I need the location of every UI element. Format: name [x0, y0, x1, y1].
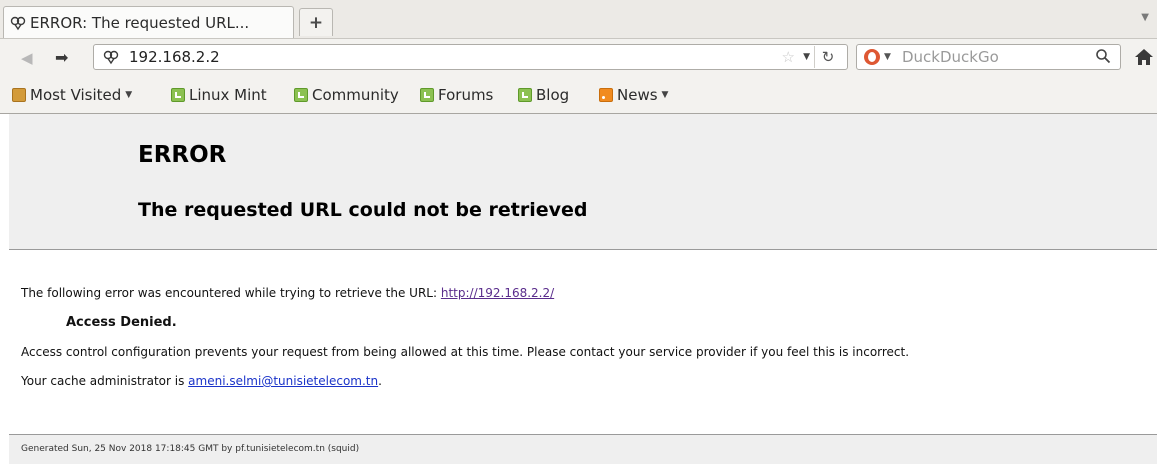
bookmark-news[interactable]: News ▼: [599, 86, 668, 104]
bookmark-label: Linux Mint: [189, 86, 267, 104]
page-footer: Generated Sun, 25 Nov 2018 17:18:45 GMT …: [9, 435, 1157, 464]
tab-list-dropdown-icon[interactable]: ▼: [1141, 12, 1149, 23]
bookmark-linux-mint[interactable]: Linux Mint: [171, 86, 267, 104]
error-explanation: Access control configuration prevents yo…: [21, 345, 910, 359]
mint-icon: [171, 88, 185, 102]
footer-text: Generated Sun, 25 Nov 2018 17:18:45 GMT …: [21, 444, 360, 454]
error-banner: ERROR The requested URL could not be ret…: [9, 114, 1157, 250]
error-intro: The following error was encountered whil…: [21, 286, 554, 300]
search-bar[interactable]: ▼ DuckDuckGo: [856, 44, 1121, 70]
site-identity-icon[interactable]: [103, 49, 119, 65]
tab-bar: ERROR: The requested URL... + ▼: [0, 0, 1157, 38]
folder-icon: [12, 88, 26, 102]
url-text[interactable]: 192.168.2.2: [129, 48, 220, 66]
bookmark-label: Community: [312, 86, 399, 104]
tab-active[interactable]: ERROR: The requested URL...: [3, 6, 294, 38]
admin-contact: Your cache administrator is ameni.selmi@…: [21, 374, 382, 388]
bookmark-forums[interactable]: Forums: [420, 86, 493, 104]
bookmark-label: Most Visited: [30, 86, 122, 104]
requested-url-link[interactable]: http://192.168.2.2/: [441, 286, 554, 300]
page-title: ERROR: [138, 142, 227, 168]
bookmark-most-visited[interactable]: Most Visited ▼: [12, 86, 132, 104]
admin-suffix: .: [378, 374, 382, 388]
tab-title: ERROR: The requested URL...: [30, 13, 250, 32]
url-history-dropdown-icon[interactable]: ▼: [803, 52, 810, 62]
mint-icon: [518, 88, 532, 102]
back-arrow-icon[interactable]: ◀: [21, 49, 33, 67]
navigation-toolbar: ◀ ➡ 192.168.2.2 ☆ ▼ ↻ ▼ DuckDuckGo: [0, 38, 1157, 76]
bookmark-blog[interactable]: Blog: [518, 86, 569, 104]
bookmark-star-icon[interactable]: ☆: [782, 48, 795, 66]
mint-icon: [294, 88, 308, 102]
bookmark-label: Blog: [536, 86, 570, 104]
chevron-down-icon: ▼: [661, 90, 669, 100]
bookmark-label: Forums: [438, 86, 494, 104]
home-icon[interactable]: [1134, 47, 1154, 67]
bookmarks-toolbar: Most Visited ▼ Linux Mint Community Foru…: [0, 76, 1157, 114]
error-intro-text: The following error was encountered whil…: [21, 286, 441, 300]
rss-icon: [599, 88, 613, 102]
error-name: Access Denied.: [66, 315, 177, 330]
forward-arrow-icon[interactable]: ➡: [55, 48, 68, 67]
mint-icon: [420, 88, 434, 102]
search-input[interactable]: DuckDuckGo: [902, 48, 999, 66]
page-content: ERROR The requested URL could not be ret…: [0, 114, 1157, 464]
page-subtitle: The requested URL could not be retrieved: [138, 199, 588, 221]
browser-window: ERROR: The requested URL... + ▼ ◀ ➡ 192.…: [0, 0, 1157, 464]
globe-icon: [10, 15, 26, 31]
admin-email-link[interactable]: ameni.selmi@tunisietelecom.tn: [188, 374, 378, 388]
bookmark-community[interactable]: Community: [294, 86, 399, 104]
reload-icon[interactable]: ↻: [814, 46, 841, 68]
search-engine-dropdown-icon[interactable]: ▼: [884, 52, 891, 62]
bookmark-label: News: [617, 86, 658, 104]
duckduckgo-icon[interactable]: [864, 49, 880, 65]
admin-prefix: Your cache administrator is: [21, 374, 189, 388]
new-tab-button[interactable]: +: [299, 8, 333, 36]
chevron-down-icon: ▼: [125, 90, 133, 100]
url-bar[interactable]: 192.168.2.2 ☆ ▼ ↻: [93, 44, 848, 70]
search-icon[interactable]: [1095, 48, 1111, 64]
